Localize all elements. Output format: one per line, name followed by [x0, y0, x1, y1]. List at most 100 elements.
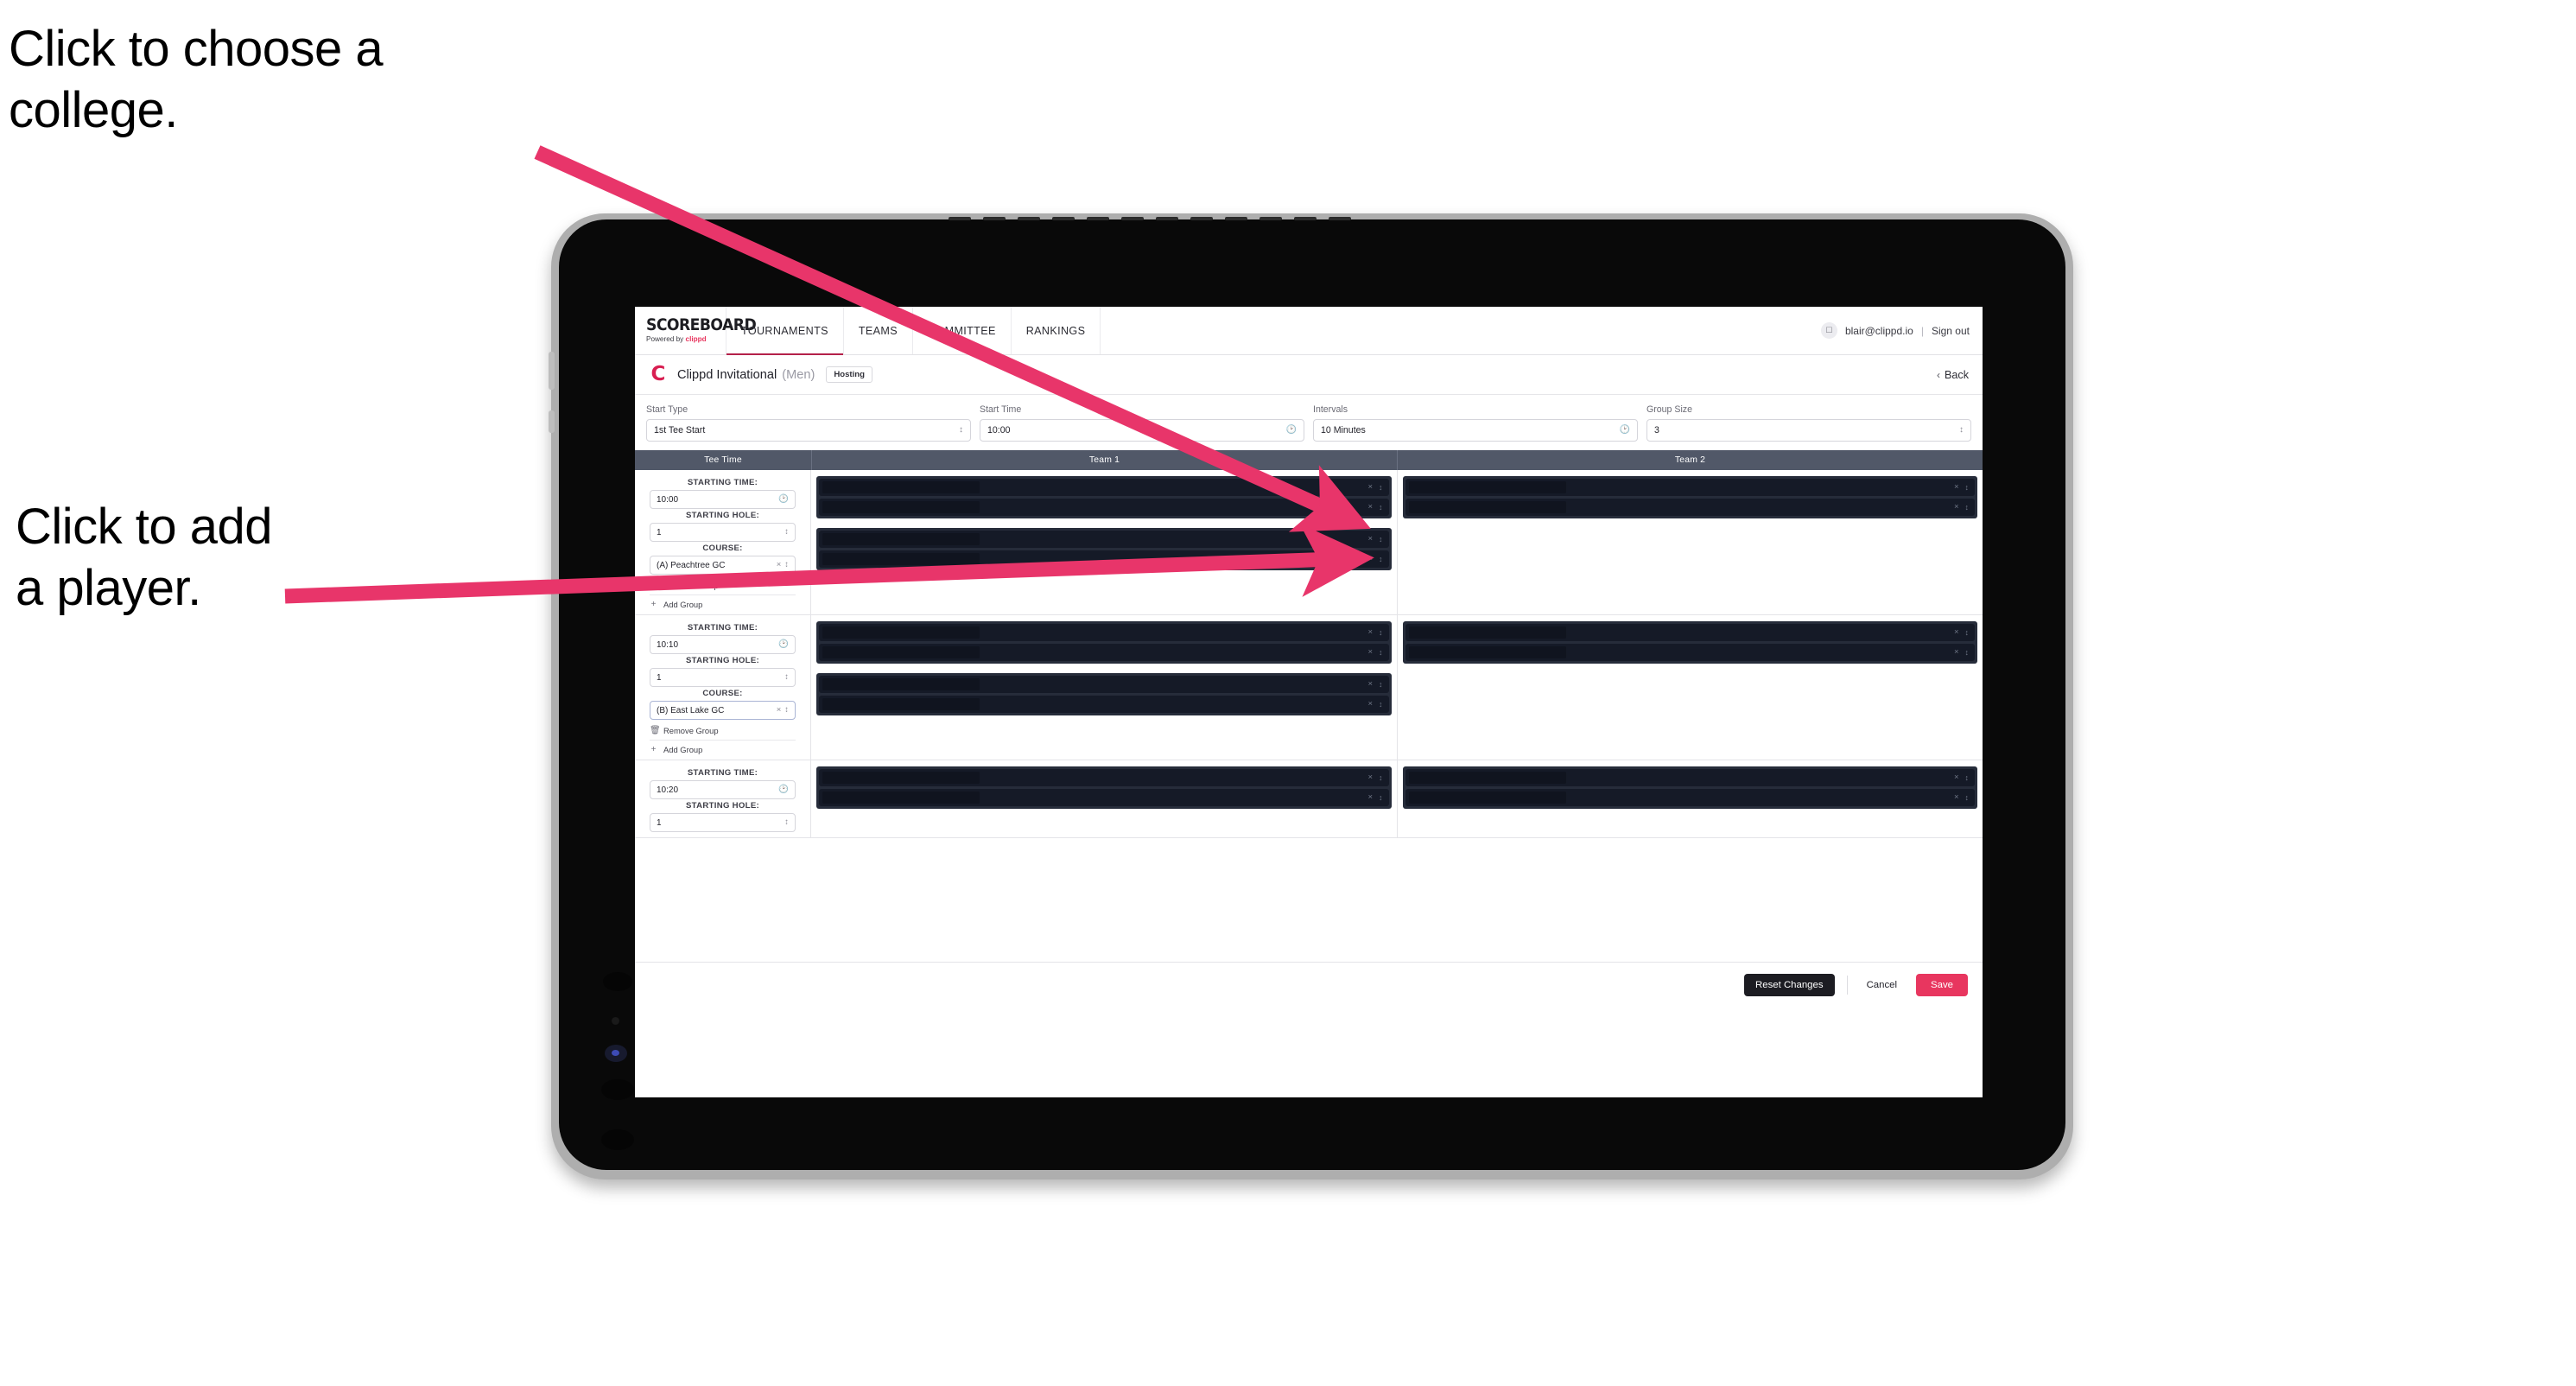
back-button[interactable]: ‹ Back: [1937, 369, 1969, 381]
clear-icon[interactable]: ×: [1367, 503, 1373, 512]
clear-icon[interactable]: ×: [1954, 793, 1959, 802]
starting-time-input[interactable]: 10:20 🕑: [650, 780, 796, 799]
player-actions: × ↕: [1367, 555, 1382, 563]
save-button[interactable]: Save: [1916, 973, 1968, 996]
player-slot[interactable]: × ↕: [819, 479, 1389, 496]
team-1-cell: × ↕ × ↕ × ↕ × ↕: [811, 615, 1398, 760]
stepper-icon[interactable]: ↕: [1379, 680, 1383, 689]
clear-icon[interactable]: ×: [1954, 503, 1959, 512]
player-slot[interactable]: × ↕: [819, 531, 1389, 548]
clear-icon[interactable]: ×: [1954, 483, 1959, 492]
stepper-icon[interactable]: ↕: [1379, 503, 1383, 512]
player-slot[interactable]: × ↕: [819, 550, 1389, 568]
clear-icon[interactable]: ×: [1367, 535, 1373, 544]
player-slot[interactable]: × ↕: [1405, 789, 1975, 806]
stepper-icon[interactable]: ↕: [1965, 648, 1970, 657]
player-slot[interactable]: × ↕: [1405, 479, 1975, 496]
player-slot[interactable]: × ↕: [819, 789, 1389, 806]
remove-group-button[interactable]: 🗑 Remove Group: [650, 726, 796, 741]
player-slot[interactable]: × ↕: [819, 676, 1389, 693]
settings-controls-row: Start Type 1st Tee Start ↕ Start Time 10…: [635, 395, 1983, 450]
cancel-button[interactable]: Cancel: [1860, 974, 1904, 996]
clear-icon[interactable]: ×: [1954, 648, 1959, 657]
player-slot[interactable]: × ↕: [1405, 499, 1975, 516]
starting-time-input[interactable]: 10:00 🕑: [650, 490, 796, 509]
stepper-icon[interactable]: ↕: [1965, 628, 1970, 637]
clear-icon[interactable]: ×: [1367, 555, 1373, 563]
control-intervals-value: 10 Minutes: [1321, 425, 1366, 436]
clear-icon[interactable]: ×: [777, 706, 782, 715]
sign-out-link[interactable]: Sign out: [1932, 325, 1970, 337]
player-name-redacted: [1408, 772, 1566, 784]
remove-group-button[interactable]: 🗑 Remove Group: [650, 581, 796, 595]
clear-icon[interactable]: ×: [1954, 773, 1959, 782]
player-slot[interactable]: × ↕: [819, 696, 1389, 713]
nav-tab-teams[interactable]: TEAMS: [844, 307, 914, 354]
player-slot[interactable]: × ↕: [1405, 769, 1975, 786]
player-slot[interactable]: × ↕: [819, 644, 1389, 661]
stepper-icon[interactable]: ↕: [1965, 503, 1970, 512]
tee-time-table-body[interactable]: STARTING TIME: 10:00 🕑 STARTING HOLE: 1 …: [635, 470, 1983, 962]
reset-changes-button[interactable]: Reset Changes: [1744, 973, 1835, 996]
nav-tab-committee[interactable]: COMMITTEE: [913, 307, 1012, 354]
plus-icon: +: [650, 745, 657, 754]
stepper-icon[interactable]: ↕: [1965, 483, 1970, 492]
tee-time-cell: STARTING TIME: 10:10 🕑 STARTING HOLE: 1 …: [635, 615, 811, 760]
stepper-icon[interactable]: ↕: [1379, 483, 1383, 492]
annotation-choose-college: Click to choose a college.: [9, 21, 384, 138]
clear-icon[interactable]: ×: [1367, 793, 1373, 802]
course-select[interactable]: (A) Peachtree GC × ↕: [650, 556, 796, 575]
stepper-icon[interactable]: ↕: [1965, 773, 1970, 782]
starting-hole-input[interactable]: 1 ↕: [650, 523, 796, 542]
stepper-icon[interactable]: ↕: [1379, 555, 1383, 563]
player-slot[interactable]: × ↕: [819, 769, 1389, 786]
clear-icon[interactable]: ×: [1367, 700, 1373, 709]
player-name-redacted: [822, 626, 980, 639]
user-avatar-icon[interactable]: ☐: [1820, 322, 1837, 339]
clear-icon[interactable]: ×: [1367, 483, 1373, 492]
starting-hole-input[interactable]: 1 ↕: [650, 813, 796, 832]
stepper-icon[interactable]: ↕: [1379, 773, 1383, 782]
tee-time-cell: STARTING TIME: 10:00 🕑 STARTING HOLE: 1 …: [635, 470, 811, 614]
course-value: (B) East Lake GC: [657, 705, 725, 715]
stepper-icon[interactable]: ↕: [1379, 535, 1383, 544]
control-group-size-stepper[interactable]: 3 ↕: [1646, 419, 1971, 442]
add-group-button[interactable]: + Add Group: [650, 600, 796, 609]
clear-icon[interactable]: ×: [1954, 628, 1959, 637]
control-start-time-label: Start Time: [980, 404, 1022, 415]
course-select[interactable]: (B) East Lake GC × ↕: [650, 701, 796, 720]
player-name-redacted: [822, 533, 980, 545]
control-start-type-select[interactable]: 1st Tee Start ↕: [646, 419, 971, 442]
team-2-cell: × ↕ × ↕: [1398, 615, 1983, 760]
clear-icon[interactable]: ×: [1367, 648, 1373, 657]
control-group-size-value: 3: [1654, 425, 1659, 436]
starting-hole-input[interactable]: 1 ↕: [650, 668, 796, 687]
clear-icon[interactable]: ×: [777, 561, 782, 569]
clear-icon[interactable]: ×: [1367, 628, 1373, 637]
control-intervals-select[interactable]: 10 Minutes 🕑: [1313, 419, 1638, 442]
player-slot[interactable]: × ↕: [1405, 644, 1975, 661]
starting-time-input[interactable]: 10:10 🕑: [650, 635, 796, 654]
clock-icon: 🕑: [1619, 425, 1630, 435]
clear-icon[interactable]: ×: [1367, 773, 1373, 782]
nav-tab-tournaments[interactable]: TOURNAMENTS: [726, 307, 844, 355]
brand-title: SCOREBOARD: [646, 315, 757, 334]
tablet-side-button-bottom: [549, 410, 555, 433]
add-group-button[interactable]: + Add Group: [650, 745, 796, 754]
stepper-icon[interactable]: ↕: [1379, 793, 1383, 802]
player-group: × ↕ × ↕: [816, 673, 1392, 715]
control-start-time-input[interactable]: 10:00 🕑: [980, 419, 1304, 442]
stepper-icon[interactable]: ↕: [1965, 793, 1970, 802]
clear-icon[interactable]: ×: [1367, 680, 1373, 689]
control-intervals: Intervals 10 Minutes 🕑: [1313, 404, 1638, 442]
nav-tab-rankings[interactable]: RANKINGS: [1012, 307, 1101, 354]
stepper-icon[interactable]: ↕: [1379, 628, 1383, 637]
stepper-icon[interactable]: ↕: [1379, 700, 1383, 709]
player-slot[interactable]: × ↕: [819, 624, 1389, 641]
team-2-cell: × ↕ × ↕: [1398, 760, 1983, 837]
player-slot[interactable]: × ↕: [1405, 624, 1975, 641]
player-actions: × ↕: [1367, 503, 1382, 512]
team-1-cell: × ↕ × ↕: [811, 760, 1398, 837]
player-slot[interactable]: × ↕: [819, 499, 1389, 516]
stepper-icon[interactable]: ↕: [1379, 648, 1383, 657]
